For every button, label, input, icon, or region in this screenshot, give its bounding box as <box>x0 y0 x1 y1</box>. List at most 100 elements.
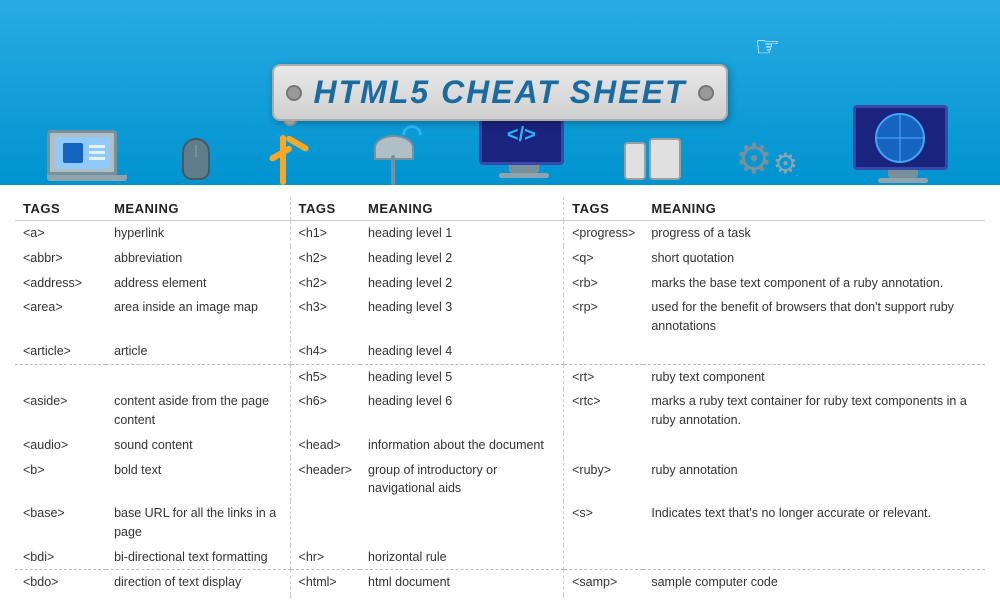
cheat-sheet-table: TAGS MEANING TAGS MEANING TAGS MEANING <… <box>15 197 985 600</box>
table-header-row: TAGS MEANING TAGS MEANING TAGS MEANING <box>15 197 985 221</box>
tag-cell: <q> <box>564 246 644 271</box>
meaning-cell <box>106 364 290 389</box>
meaning-cell: short quotation <box>643 246 985 271</box>
meaning-cell <box>643 545 985 570</box>
meaning-cell <box>360 501 564 545</box>
tag-cell: <blockquote> <box>15 595 106 600</box>
cursor-icon: ☞ <box>755 30 780 63</box>
col3-meaning-header: MEANING <box>643 197 985 221</box>
table-row: <a> hyperlink <h1> heading level 1 <prog… <box>15 221 985 246</box>
meaning-cell: sound content <box>106 433 290 458</box>
table-section: TAGS MEANING TAGS MEANING TAGS MEANING <… <box>0 185 1000 600</box>
header-section: HTML5 CHEAT SHEET ☞ <box>0 0 1000 185</box>
table-row: <article> article <h4> heading level 4 <box>15 339 985 364</box>
tag-cell: <h4> <box>290 339 360 364</box>
table-row: <bdi> bi-directional text formatting <hr… <box>15 545 985 570</box>
meaning-cell: ruby text component <box>643 364 985 389</box>
tag-cell: <audio> <box>15 433 106 458</box>
table-row: <bdo> direction of text display <html> h… <box>15 570 985 595</box>
tag-cell: <b> <box>15 458 106 502</box>
tag-cell <box>290 595 360 600</box>
meaning-cell: hyperlink <box>106 221 290 246</box>
meaning-cell: marks a ruby text container for ruby tex… <box>643 389 985 433</box>
meaning-cell: horizontal rule <box>360 545 564 570</box>
table-row: <b> bold text <header> group of introduc… <box>15 458 985 502</box>
table-row: <abbr> abbreviation <h2> heading level 2… <box>15 246 985 271</box>
mouse-icon <box>182 138 210 185</box>
tag-cell: <rtc> <box>564 389 644 433</box>
meaning-cell: bi-directional text formatting <box>106 545 290 570</box>
tag-cell: <h1> <box>290 221 360 246</box>
tag-cell: <head> <box>290 433 360 458</box>
meaning-cell: script <box>643 595 985 600</box>
tag-cell: <h2> <box>290 246 360 271</box>
tag-cell <box>290 501 360 545</box>
gear-icon: ⚙ ⚙ <box>735 138 798 185</box>
tag-cell: <progress> <box>564 221 644 246</box>
meaning-cell: marks the base text component of a ruby … <box>643 271 985 296</box>
tag-cell: <article> <box>15 339 106 364</box>
tag-cell: <s> <box>564 501 644 545</box>
tag-cell: <base> <box>15 501 106 545</box>
table-row: <blockquote> long quotation <script> scr… <box>15 595 985 600</box>
meaning-cell: progress of a task <box>643 221 985 246</box>
satellite-icon <box>369 120 424 185</box>
tag-cell: <h3> <box>290 295 360 339</box>
col3-tags-header: TAGS <box>564 197 644 221</box>
tag-cell: <html> <box>290 570 360 595</box>
meaning-cell: direction of text display <box>106 570 290 595</box>
meaning-cell: base URL for all the links in a page <box>106 501 290 545</box>
tag-cell: <a> <box>15 221 106 246</box>
meaning-cell: abbreviation <box>106 246 290 271</box>
meaning-cell: Indicates text that's no longer accurate… <box>643 501 985 545</box>
table-row: <audio> sound content <head> information… <box>15 433 985 458</box>
meaning-cell <box>643 339 985 364</box>
table-row: <base> base URL for all the links in a p… <box>15 501 985 545</box>
tag-cell: <bdo> <box>15 570 106 595</box>
meaning-cell: group of introductory or navigational ai… <box>360 458 564 502</box>
tag-cell: <hr> <box>290 545 360 570</box>
meaning-cell: heading level 5 <box>360 364 564 389</box>
meaning-cell: heading level 4 <box>360 339 564 364</box>
col1-meaning-header: MEANING <box>106 197 290 221</box>
tag-cell: <area> <box>15 295 106 339</box>
tag-cell: <aside> <box>15 389 106 433</box>
col2-tags-header: TAGS <box>290 197 360 221</box>
meaning-cell: heading level 1 <box>360 221 564 246</box>
meaning-cell: bold text <box>106 458 290 502</box>
tag-cell: <rp> <box>564 295 644 339</box>
globe-monitor-icon <box>853 105 953 185</box>
title-banner: HTML5 CHEAT SHEET <box>272 64 729 121</box>
table-row: <h5> heading level 5 <rt> ruby text comp… <box>15 364 985 389</box>
laptop-icon <box>47 130 127 185</box>
tag-cell: <script> <box>564 595 644 600</box>
tag-cell <box>564 433 644 458</box>
table-row: <aside> content aside from the page cont… <box>15 389 985 433</box>
meaning-cell: content aside from the page content <box>106 389 290 433</box>
tag-cell: <address> <box>15 271 106 296</box>
tag-cell: <bdi> <box>15 545 106 570</box>
meaning-cell: long quotation <box>106 595 290 600</box>
meaning-cell: article <box>106 339 290 364</box>
meaning-cell: heading level 3 <box>360 295 564 339</box>
meaning-cell: information about the document <box>360 433 564 458</box>
meaning-cell: area inside an image map <box>106 295 290 339</box>
tag-cell: <header> <box>290 458 360 502</box>
tag-cell: <samp> <box>564 570 644 595</box>
meaning-cell: sample computer code <box>643 570 985 595</box>
col2-meaning-header: MEANING <box>360 197 564 221</box>
tag-cell: <h6> <box>290 389 360 433</box>
meaning-cell: address element <box>106 271 290 296</box>
tag-cell: <abbr> <box>15 246 106 271</box>
meaning-cell: used for the benefit of browsers that do… <box>643 295 985 339</box>
tag-cell: <rt> <box>564 364 644 389</box>
meaning-cell: ruby annotation <box>643 458 985 502</box>
page-title: HTML5 CHEAT SHEET <box>314 74 687 111</box>
col1-tags-header: TAGS <box>15 197 106 221</box>
meaning-cell: heading level 2 <box>360 246 564 271</box>
meaning-cell: heading level 6 <box>360 389 564 433</box>
tag-cell: <h2> <box>290 271 360 296</box>
tag-cell <box>564 339 644 364</box>
tag-cell <box>564 545 644 570</box>
meaning-cell: html document <box>360 570 564 595</box>
